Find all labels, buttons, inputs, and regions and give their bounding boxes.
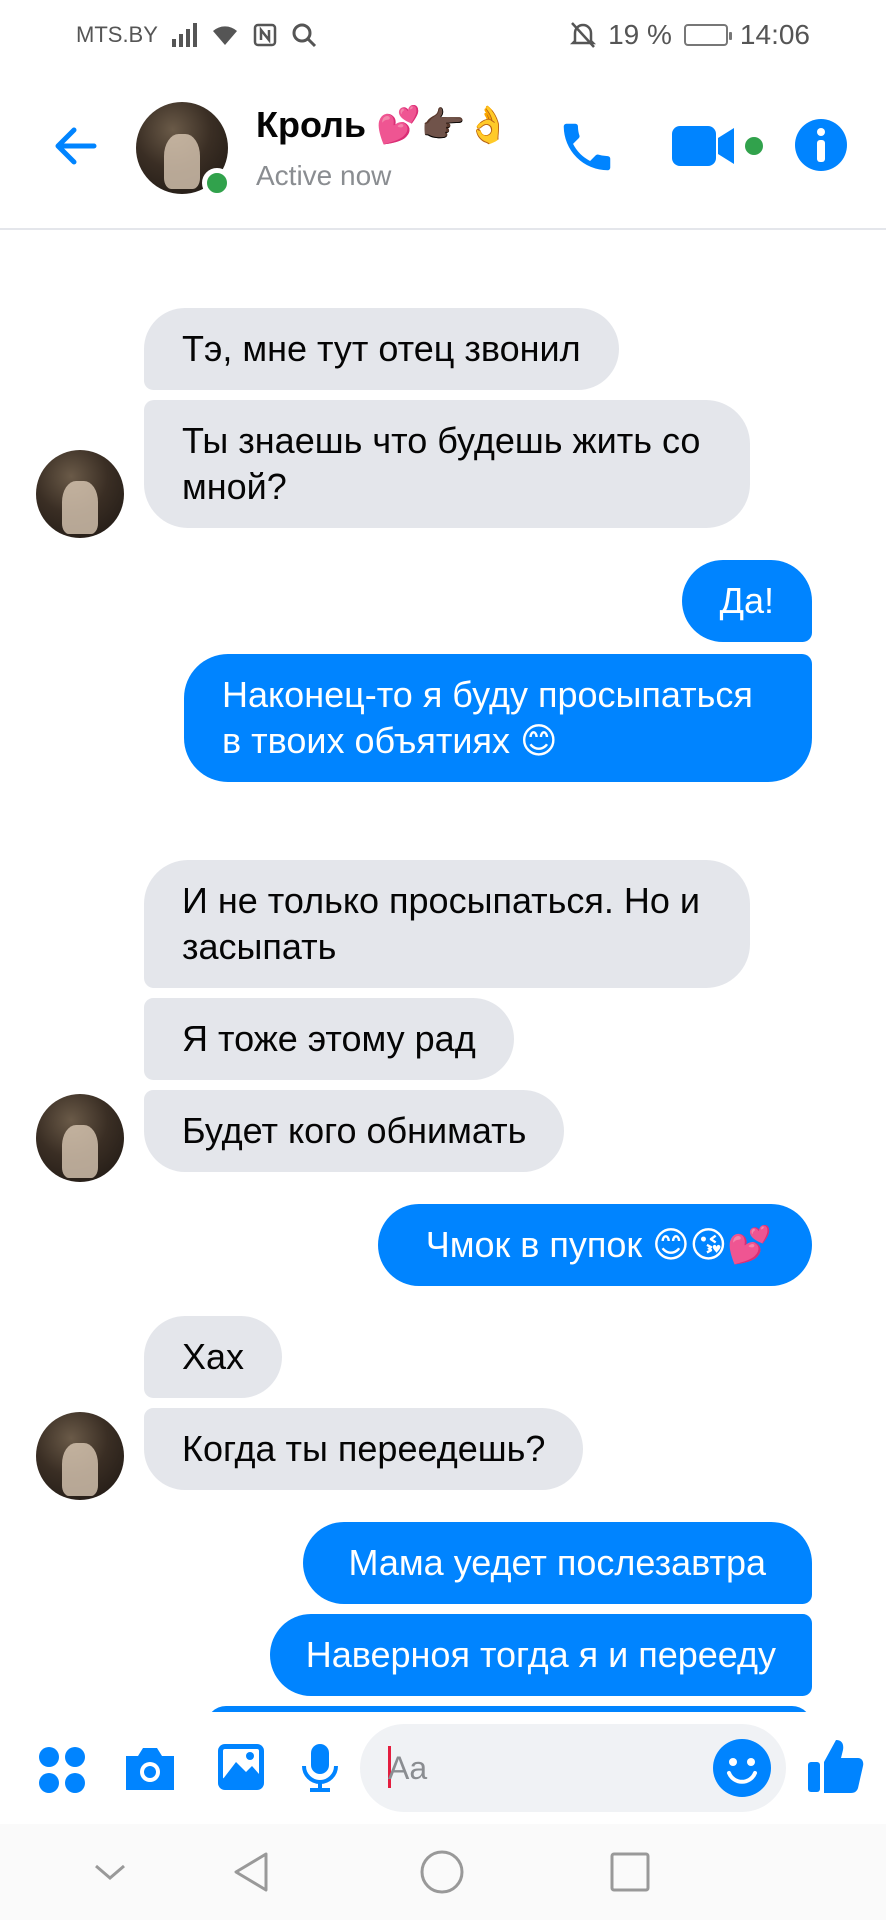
- message-bubble-outgoing[interactable]: Наверноя тогда я и перееду: [269, 1614, 812, 1696]
- message-bubble-incoming[interactable]: Я тоже этому рад: [144, 998, 514, 1080]
- nav-home-icon[interactable]: [412, 1848, 472, 1896]
- battery-icon: [683, 24, 732, 46]
- nfc-icon: [253, 23, 277, 47]
- thumbs-up-icon[interactable]: [806, 1736, 866, 1796]
- wifi-icon: [212, 26, 237, 45]
- message-list[interactable]: Тэ, мне тут отец звонил Ты знаешь что бу…: [0, 232, 886, 1712]
- info-icon[interactable]: [794, 118, 848, 172]
- message-bubble-outgoing[interactable]: Чмок в пупок 😊😘💕: [377, 1204, 812, 1286]
- message-bubble-incoming[interactable]: Когда ты переедешь?: [144, 1408, 584, 1490]
- clock: 14:06: [739, 19, 810, 50]
- nav-collapse-icon[interactable]: [80, 1848, 140, 1896]
- contact-name[interactable]: Кроль 💕👉🏿👌: [256, 104, 511, 146]
- mute-bell-icon: [570, 22, 597, 48]
- apps-icon[interactable]: [38, 1746, 86, 1794]
- sender-avatar[interactable]: [36, 450, 124, 538]
- message-bubble-incoming[interactable]: Тэ, мне тут отец звонил: [144, 308, 619, 390]
- contact-status: Active now: [256, 160, 392, 191]
- sender-avatar[interactable]: [36, 1412, 124, 1500]
- conversation-header: Кроль 💕👉🏿👌 Active now: [0, 70, 886, 230]
- emoji-icon[interactable]: [712, 1738, 772, 1798]
- back-arrow-icon[interactable]: [48, 118, 104, 174]
- sender-avatar[interactable]: [36, 1094, 124, 1182]
- message-bubble-incoming[interactable]: Хах: [144, 1316, 283, 1398]
- contact-avatar[interactable]: [136, 102, 232, 198]
- system-nav-bar: [0, 1824, 886, 1920]
- camera-icon[interactable]: [122, 1744, 178, 1794]
- message-input[interactable]: [388, 1746, 708, 1790]
- online-indicator: [202, 168, 232, 198]
- message-bubble-incoming[interactable]: Ты знаешь что будешь жить со мной?: [144, 400, 750, 528]
- gallery-icon[interactable]: [216, 1742, 266, 1792]
- status-bar: MTS.BY 19 % 14:06: [0, 0, 886, 70]
- nav-recents-icon[interactable]: [600, 1848, 660, 1896]
- battery-percent: 19 %: [608, 19, 672, 50]
- message-bubble-incoming[interactable]: Будет кого обнимать: [144, 1090, 565, 1172]
- phone-icon[interactable]: [556, 116, 618, 178]
- video-camera-icon[interactable]: [670, 122, 766, 174]
- message-bubble-outgoing[interactable]: Наконец-то я буду просыпаться в твоих об…: [184, 654, 812, 782]
- microphone-icon[interactable]: [300, 1742, 340, 1794]
- message-composer: [0, 1712, 886, 1824]
- status-left: MTS.BY: [76, 22, 317, 48]
- carrier-label: MTS.BY: [76, 22, 158, 47]
- message-bubble-outgoing[interactable]: Мама уедет послезавтра: [302, 1522, 812, 1604]
- message-bubble-outgoing[interactable]: Да!: [681, 560, 812, 642]
- signal-icon: [171, 23, 197, 47]
- message-bubble-incoming[interactable]: И не только просыпаться. Но и засыпать: [144, 860, 750, 988]
- status-right: 19 % 14:06: [570, 19, 810, 51]
- nav-back-icon[interactable]: [222, 1848, 282, 1896]
- message-input-container[interactable]: [360, 1724, 786, 1812]
- search-icon: [292, 23, 316, 48]
